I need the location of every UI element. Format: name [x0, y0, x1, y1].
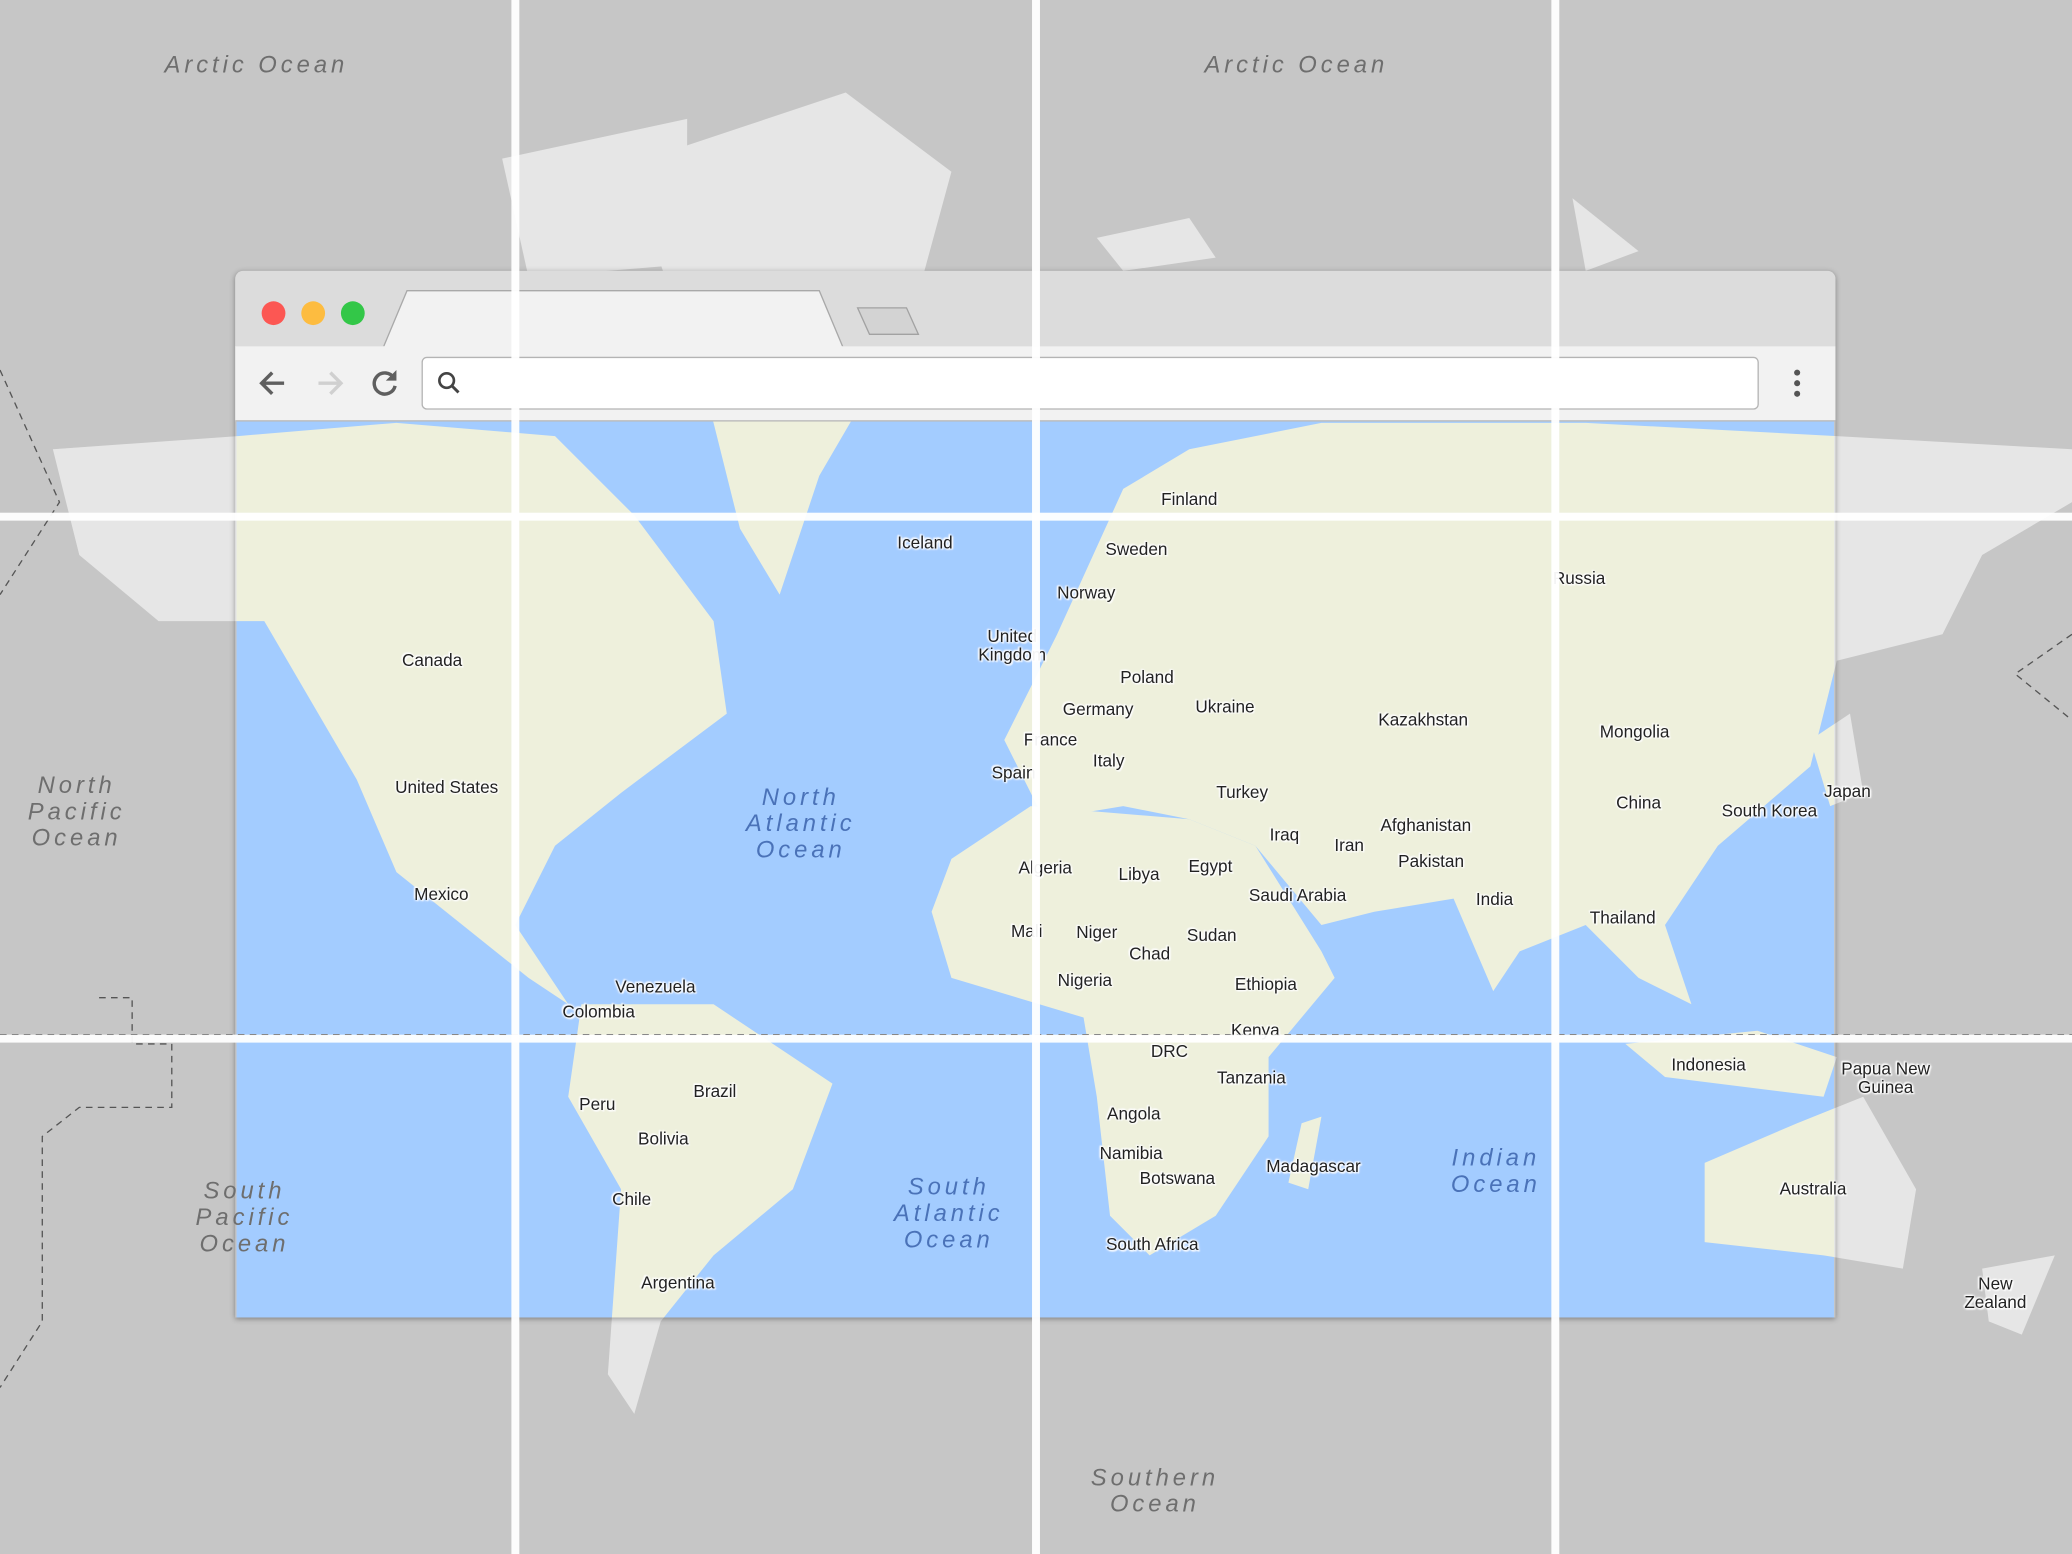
country-label: Colombia: [562, 1001, 635, 1022]
world-map-background: Finland Iceland Sweden Norway Russia United K…: [0, 0, 2072, 1554]
country-label: Venezuela: [615, 976, 696, 997]
grid-line: [0, 1034, 2072, 1043]
ocean-label: Indian Ocean: [1450, 1144, 1541, 1198]
country-label: Argentina: [641, 1272, 715, 1293]
browser-tab[interactable]: [383, 289, 846, 348]
country-label: Chile: [612, 1189, 652, 1210]
minimize-window-button[interactable]: [301, 301, 326, 326]
country-label: Italy: [1092, 750, 1125, 771]
country-label: Niger: [1076, 922, 1118, 943]
country-label: Bolivia: [638, 1128, 689, 1149]
country-label: Papua New Guinea: [1841, 1058, 1931, 1097]
country-label: Algeria: [1018, 857, 1072, 878]
country-label: Egypt: [1188, 856, 1233, 877]
country-label: Peru: [579, 1094, 616, 1114]
country-label: Japan: [1823, 780, 1871, 801]
ocean-label: North Atlantic Ocean: [745, 783, 856, 863]
country-label: Sweden: [1105, 539, 1168, 559]
country-label: Ethiopia: [1234, 973, 1297, 994]
country-label: Saudi Arabia: [1248, 885, 1347, 906]
grid-line: [0, 512, 2072, 521]
country-label: Iceland: [897, 532, 953, 553]
country-label: Mexico: [414, 884, 469, 904]
country-label: Turkey: [1216, 782, 1269, 803]
country-label: Brazil: [693, 1080, 737, 1101]
grid-line: [1551, 0, 1560, 1554]
country-label: Tanzania: [1217, 1067, 1286, 1088]
ocean-label: Arctic Ocean: [164, 51, 349, 78]
country-label: Russia: [1552, 568, 1606, 589]
country-label: Iraq: [1269, 824, 1300, 845]
country-label: Norway: [1057, 582, 1116, 603]
country-label: Iran: [1334, 835, 1364, 855]
search-icon: [438, 371, 460, 394]
country-label: Poland: [1120, 667, 1174, 688]
country-label: Libya: [1118, 864, 1160, 885]
country-label: Australia: [1779, 1178, 1847, 1199]
ocean-label: South Atlantic Ocean: [893, 1173, 1004, 1253]
new-tab-button[interactable]: [856, 307, 920, 336]
back-arrow-icon[interactable]: [255, 365, 292, 402]
country-label: Mongolia: [1599, 721, 1670, 742]
more-vertical-icon[interactable]: [1781, 365, 1813, 402]
country-label: Canada: [402, 650, 463, 670]
country-label: South Africa: [1105, 1234, 1199, 1255]
ocean-label: Southern Ocean: [1090, 1464, 1220, 1518]
country-label: Finland: [1161, 488, 1218, 509]
country-label: India: [1475, 889, 1514, 910]
country-label: Botswana: [1139, 1168, 1216, 1188]
country-label: Sudan: [1186, 925, 1237, 945]
country-label: United States: [395, 777, 499, 797]
country-label: Chad: [1129, 943, 1171, 964]
country-label: Kazakhstan: [1378, 709, 1469, 730]
country-label: Afghanistan: [1380, 815, 1472, 836]
country-label: China: [1616, 792, 1662, 813]
grid-line: [1032, 0, 1040, 1554]
country-label: Pakistan: [1398, 851, 1465, 871]
country-label: Indonesia: [1671, 1054, 1746, 1075]
close-window-button[interactable]: [261, 301, 286, 326]
ocean-label: North Pacific Ocean: [27, 771, 126, 852]
country-label: Ukraine: [1195, 696, 1255, 717]
country-label: Germany: [1062, 699, 1134, 719]
country-label: Madagascar: [1266, 1156, 1361, 1177]
reload-icon[interactable]: [366, 365, 403, 402]
country-label: South Korea: [1721, 800, 1818, 821]
grid-line: [511, 0, 520, 1554]
country-label: New Zealand: [1964, 1273, 2027, 1313]
forward-arrow-icon[interactable]: [311, 365, 348, 402]
country-label: Spain: [991, 762, 1036, 783]
ocean-label: Arctic Ocean: [1204, 51, 1389, 78]
country-label: DRC: [1150, 1041, 1189, 1062]
country-label: Angola: [1107, 1103, 1161, 1124]
maximize-window-button[interactable]: [340, 301, 365, 326]
country-label: Namibia: [1099, 1143, 1163, 1163]
country-label: Thailand: [1589, 907, 1656, 928]
country-label: Nigeria: [1057, 969, 1113, 990]
ocean-label: South Pacific Ocean: [195, 1177, 294, 1257]
